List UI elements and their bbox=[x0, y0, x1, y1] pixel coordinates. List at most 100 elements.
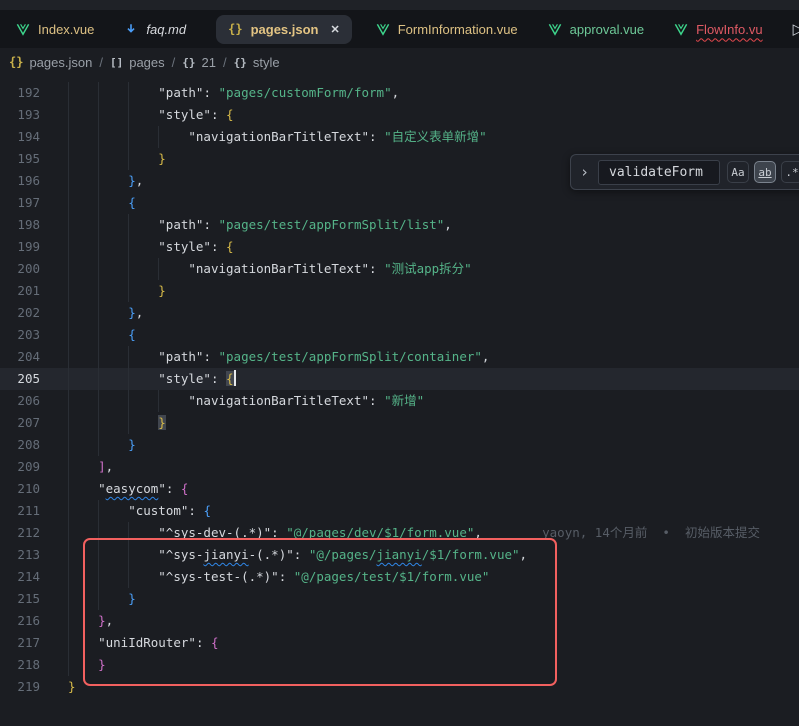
indent-guide bbox=[158, 390, 188, 412]
indent-guide bbox=[98, 302, 128, 324]
breadcrumb-item-pages[interactable]: []pages bbox=[110, 55, 165, 70]
code-line-197[interactable]: 197{ bbox=[0, 192, 799, 214]
line-number[interactable]: 192 bbox=[0, 82, 68, 104]
indent-guide bbox=[98, 126, 128, 148]
indent-guide bbox=[98, 236, 128, 258]
code-line-202[interactable]: 202}, bbox=[0, 302, 799, 324]
code-line-216[interactable]: 216}, bbox=[0, 610, 799, 632]
code-line-211[interactable]: 211"custom": { bbox=[0, 500, 799, 522]
code-line-199[interactable]: 199"style": { bbox=[0, 236, 799, 258]
toggle-replace-icon[interactable]: › bbox=[578, 163, 591, 181]
indent-guide bbox=[68, 610, 98, 632]
tab-FormInformation.vue[interactable]: FormInformation.vue bbox=[376, 22, 518, 37]
breadcrumb-item-21[interactable]: {}21 bbox=[182, 55, 216, 70]
regex-button[interactable]: .* bbox=[781, 161, 799, 183]
code-line-205[interactable]: 205"style": { bbox=[0, 368, 799, 390]
breadcrumb-item-pages.json[interactable]: {}pages.json bbox=[9, 55, 92, 70]
tab-overflow-icon[interactable]: ▷ bbox=[793, 20, 799, 38]
line-number[interactable]: 195 bbox=[0, 148, 68, 170]
line-number[interactable]: 216 bbox=[0, 610, 68, 632]
code-line-209[interactable]: 209], bbox=[0, 456, 799, 478]
tab-label: Index.vue bbox=[38, 22, 94, 37]
code-line-207[interactable]: 207} bbox=[0, 412, 799, 434]
line-number[interactable]: 205 bbox=[0, 368, 68, 390]
find-input[interactable]: validateForm bbox=[598, 160, 720, 185]
line-number[interactable]: 200 bbox=[0, 258, 68, 280]
code-line-214[interactable]: 214"^sys-test-(.*)": "@/pages/test/$1/fo… bbox=[0, 566, 799, 588]
code-line-192[interactable]: 192"path": "pages/customForm/form", bbox=[0, 82, 799, 104]
indent-guide bbox=[128, 390, 158, 412]
symbol-icon: [] bbox=[110, 56, 123, 69]
code-token: , bbox=[392, 85, 400, 100]
line-number[interactable]: 219 bbox=[0, 676, 68, 698]
indent-guide bbox=[98, 148, 128, 170]
code-token: : bbox=[279, 569, 294, 584]
line-number[interactable]: 199 bbox=[0, 236, 68, 258]
tab-pages.json[interactable]: {}pages.json✕ bbox=[216, 15, 352, 44]
line-number[interactable]: 193 bbox=[0, 104, 68, 126]
find-query-text: validateForm bbox=[609, 165, 703, 180]
line-number[interactable]: 201 bbox=[0, 280, 68, 302]
title-bar bbox=[0, 0, 799, 10]
indent-guide bbox=[128, 368, 158, 390]
vue-icon bbox=[674, 23, 688, 36]
line-number[interactable]: 203 bbox=[0, 324, 68, 346]
symbol-icon: {} bbox=[234, 56, 247, 69]
line-number[interactable]: 217 bbox=[0, 632, 68, 654]
code-line-212[interactable]: 212"^sys-dev-(.*)": "@/pages/dev/$1/form… bbox=[0, 522, 799, 544]
line-number[interactable]: 209 bbox=[0, 456, 68, 478]
whole-word-button[interactable]: ab bbox=[754, 161, 776, 183]
line-number[interactable]: 211 bbox=[0, 500, 68, 522]
indent-guide bbox=[128, 82, 158, 104]
code-line-219[interactable]: 219} bbox=[0, 676, 799, 698]
line-number[interactable]: 210 bbox=[0, 478, 68, 500]
close-icon[interactable]: ✕ bbox=[331, 23, 340, 36]
line-number[interactable]: 218 bbox=[0, 654, 68, 676]
code-token: : bbox=[294, 547, 309, 562]
code-line-193[interactable]: 193"style": { bbox=[0, 104, 799, 126]
breadcrumb-item-style[interactable]: {}style bbox=[234, 55, 280, 70]
code-token: jianyi bbox=[377, 547, 422, 562]
line-number[interactable]: 206 bbox=[0, 390, 68, 412]
line-number[interactable]: 196 bbox=[0, 170, 68, 192]
tab-approval.vue[interactable]: approval.vue bbox=[548, 22, 644, 37]
tab-faq.md[interactable]: faq.md bbox=[124, 22, 186, 37]
line-number[interactable]: 197 bbox=[0, 192, 68, 214]
tab-Index.vue[interactable]: Index.vue bbox=[16, 22, 94, 37]
line-number[interactable]: 204 bbox=[0, 346, 68, 368]
tab-FlowInfo.vu[interactable]: FlowInfo.vu bbox=[674, 22, 762, 37]
code-line-218[interactable]: 218} bbox=[0, 654, 799, 676]
code-line-201[interactable]: 201} bbox=[0, 280, 799, 302]
line-number[interactable]: 214 bbox=[0, 566, 68, 588]
line-number[interactable]: 215 bbox=[0, 588, 68, 610]
code-line-198[interactable]: 198"path": "pages/test/appFormSplit/list… bbox=[0, 214, 799, 236]
code-line-204[interactable]: 204"path": "pages/test/appFormSplit/cont… bbox=[0, 346, 799, 368]
indent-guide bbox=[68, 588, 98, 610]
code-line-217[interactable]: 217"uniIdRouter": { bbox=[0, 632, 799, 654]
line-number[interactable]: 213 bbox=[0, 544, 68, 566]
find-widget: › validateForm Aaab.* bbox=[570, 154, 799, 190]
code-line-215[interactable]: 215} bbox=[0, 588, 799, 610]
code-line-203[interactable]: 203{ bbox=[0, 324, 799, 346]
line-number[interactable]: 208 bbox=[0, 434, 68, 456]
code-line-194[interactable]: 194"navigationBarTitleText": "自定义表单新增" bbox=[0, 126, 799, 148]
code-token: "uniIdRouter" bbox=[98, 635, 196, 650]
line-number[interactable]: 194 bbox=[0, 126, 68, 148]
code-token: "navigationBarTitleText" bbox=[188, 129, 369, 144]
code-line-210[interactable]: 210"easycom": { bbox=[0, 478, 799, 500]
breadcrumb: {}pages.json/[]pages/{}21/{}style bbox=[0, 48, 799, 76]
match-case-button[interactable]: Aa bbox=[727, 161, 749, 183]
line-number[interactable]: 202 bbox=[0, 302, 68, 324]
code-line-200[interactable]: 200"navigationBarTitleText": "测试app拆分" bbox=[0, 258, 799, 280]
code-line-208[interactable]: 208} bbox=[0, 434, 799, 456]
code-line-206[interactable]: 206"navigationBarTitleText": "新增" bbox=[0, 390, 799, 412]
code-token: } bbox=[158, 151, 166, 166]
editor[interactable]: 192"path": "pages/customForm/form",193"s… bbox=[0, 76, 799, 726]
line-number[interactable]: 212 bbox=[0, 522, 68, 544]
vscode-window: Index.vuefaq.md{}pages.json✕FormInformat… bbox=[0, 0, 799, 726]
indent-guide bbox=[68, 346, 98, 368]
line-number[interactable]: 207 bbox=[0, 412, 68, 434]
line-number[interactable]: 198 bbox=[0, 214, 68, 236]
indent-guide bbox=[68, 236, 98, 258]
code-line-213[interactable]: 213"^sys-jianyi-(.*)": "@/pages/jianyi/$… bbox=[0, 544, 799, 566]
